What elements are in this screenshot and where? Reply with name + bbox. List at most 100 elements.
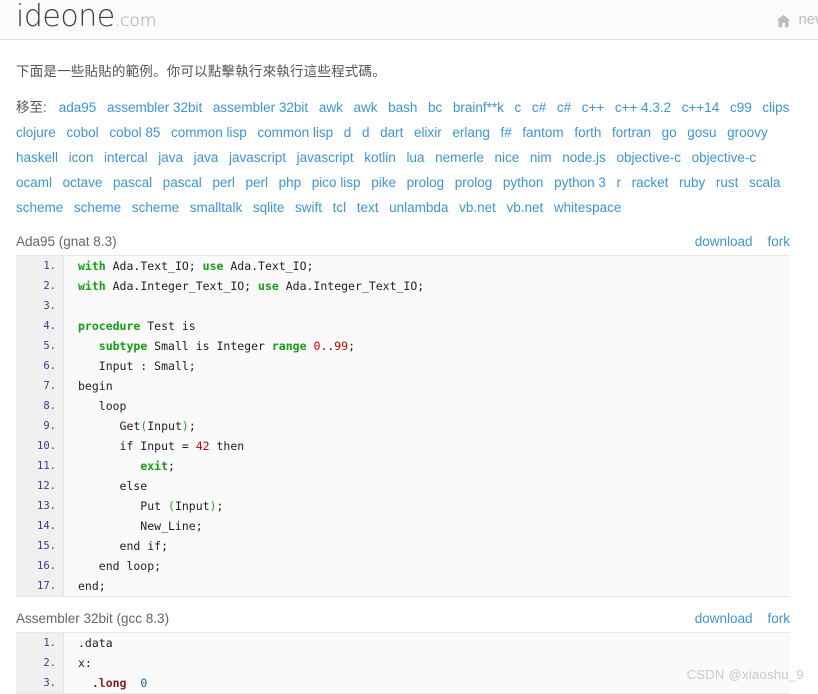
code-line-text: .long 0 bbox=[64, 673, 147, 693]
code-section-title: Assembler 32bit (gcc 8.3) bbox=[16, 611, 170, 626]
code-block[interactable]: 1. with Ada.Text_IO; use Ada.Text_IO; 2. wi… bbox=[16, 255, 790, 597]
language-link[interactable]: elixir bbox=[414, 125, 442, 140]
language-link[interactable]: scheme bbox=[16, 200, 63, 215]
language-link[interactable]: gosu bbox=[687, 125, 716, 140]
language-link[interactable]: c++ 4.3.2 bbox=[615, 100, 671, 115]
language-link[interactable]: common lisp bbox=[171, 125, 247, 140]
download-link[interactable]: download bbox=[695, 234, 753, 249]
language-link[interactable]: c# bbox=[557, 100, 571, 115]
language-link[interactable]: fortran bbox=[612, 125, 651, 140]
language-link[interactable]: scala bbox=[749, 175, 781, 190]
code-token: Ada.Text_IO; bbox=[105, 259, 203, 273]
language-link[interactable]: intercal bbox=[104, 150, 148, 165]
language-link[interactable]: scheme bbox=[74, 200, 121, 215]
code-line: 3. bbox=[16, 296, 790, 316]
download-link[interactable]: download bbox=[695, 611, 753, 626]
fork-link[interactable]: fork bbox=[767, 234, 790, 249]
language-link[interactable]: nemerle bbox=[435, 150, 484, 165]
language-link[interactable]: clips bbox=[762, 100, 789, 115]
language-link[interactable]: dart bbox=[380, 125, 403, 140]
language-link[interactable]: brainf**k bbox=[453, 100, 504, 115]
language-link[interactable]: node.js bbox=[562, 150, 606, 165]
language-link[interactable]: haskell bbox=[16, 150, 58, 165]
language-link[interactable]: lua bbox=[406, 150, 424, 165]
language-link[interactable]: smalltalk bbox=[190, 200, 243, 215]
code-line-text: loop bbox=[64, 396, 127, 416]
language-link[interactable]: rust bbox=[716, 175, 739, 190]
language-link[interactable]: groovy bbox=[727, 125, 768, 140]
language-link[interactable]: kotlin bbox=[364, 150, 396, 165]
language-link[interactable]: vb.net bbox=[459, 200, 496, 215]
language-link[interactable]: vb.net bbox=[506, 200, 543, 215]
language-link[interactable]: go bbox=[662, 125, 677, 140]
language-link[interactable]: c# bbox=[532, 100, 546, 115]
language-link[interactable]: unlambda bbox=[389, 200, 448, 215]
language-link[interactable]: ada95 bbox=[59, 100, 97, 115]
language-link[interactable]: whitespace bbox=[554, 200, 622, 215]
language-link[interactable]: common lisp bbox=[257, 125, 333, 140]
code-token-op: ) bbox=[181, 419, 189, 433]
language-link[interactable]: java bbox=[158, 150, 183, 165]
code-block[interactable]: 1. .data 2. x: 3. .long 0 bbox=[16, 632, 790, 694]
language-link[interactable]: d bbox=[362, 125, 370, 140]
language-link[interactable]: awk bbox=[319, 100, 343, 115]
fork-link[interactable]: fork bbox=[767, 611, 790, 626]
language-link[interactable]: f# bbox=[501, 125, 512, 140]
language-link[interactable]: pico lisp bbox=[312, 175, 361, 190]
language-link[interactable]: ruby bbox=[679, 175, 705, 190]
language-link[interactable]: octave bbox=[63, 175, 103, 190]
home-icon[interactable] bbox=[776, 14, 791, 28]
language-link[interactable]: javascript bbox=[229, 150, 286, 165]
language-link[interactable]: bc bbox=[428, 100, 442, 115]
language-link[interactable]: cobol 85 bbox=[109, 125, 160, 140]
language-link[interactable]: d bbox=[344, 125, 352, 140]
language-link[interactable]: prolog bbox=[455, 175, 493, 190]
code-token-kw: with bbox=[78, 259, 106, 273]
language-link[interactable]: assembler 32bit bbox=[107, 100, 202, 115]
language-link[interactable]: python 3 bbox=[554, 175, 606, 190]
code-token: Ada.Integer_Text_IO; bbox=[105, 279, 259, 293]
language-link[interactable]: tcl bbox=[333, 200, 347, 215]
language-link[interactable]: icon bbox=[69, 150, 94, 165]
language-link[interactable]: assembler 32bit bbox=[213, 100, 308, 115]
language-link[interactable]: swift bbox=[295, 200, 322, 215]
site-logo[interactable]: ideone.com bbox=[16, 1, 156, 36]
language-link[interactable]: text bbox=[357, 200, 379, 215]
language-link[interactable]: prolog bbox=[407, 175, 445, 190]
language-link[interactable]: nim bbox=[530, 150, 552, 165]
line-number: 7. bbox=[16, 376, 64, 396]
line-number: 11. bbox=[16, 456, 64, 476]
language-link[interactable]: pascal bbox=[163, 175, 202, 190]
language-link[interactable]: c99 bbox=[730, 100, 752, 115]
language-link[interactable]: c++14 bbox=[682, 100, 720, 115]
language-link[interactable]: r bbox=[617, 175, 622, 190]
language-link[interactable]: php bbox=[279, 175, 302, 190]
language-link[interactable]: erlang bbox=[452, 125, 490, 140]
nav-item-new[interactable]: new bbox=[798, 11, 818, 28]
language-link[interactable]: racket bbox=[632, 175, 669, 190]
language-link[interactable]: bash bbox=[388, 100, 417, 115]
language-link[interactable]: pike bbox=[371, 175, 396, 190]
language-link[interactable]: awk bbox=[353, 100, 377, 115]
language-link[interactable]: java bbox=[194, 150, 219, 165]
code-token: ; bbox=[188, 419, 196, 433]
language-link[interactable]: fantom bbox=[522, 125, 563, 140]
language-link[interactable]: perl bbox=[212, 175, 235, 190]
language-link[interactable]: ocaml bbox=[16, 175, 52, 190]
language-link[interactable]: perl bbox=[246, 175, 269, 190]
language-link[interactable]: objective-c bbox=[692, 150, 757, 165]
language-link[interactable]: cobol bbox=[66, 125, 98, 140]
language-link[interactable]: javascript bbox=[297, 150, 354, 165]
language-link[interactable]: c bbox=[515, 100, 522, 115]
language-link[interactable]: sqlite bbox=[253, 200, 285, 215]
language-link[interactable]: c++ bbox=[582, 100, 605, 115]
language-link[interactable]: nice bbox=[494, 150, 519, 165]
code-line: 9. Get(Input); bbox=[16, 416, 790, 436]
language-link[interactable]: scheme bbox=[132, 200, 179, 215]
language-link[interactable]: pascal bbox=[113, 175, 152, 190]
language-link[interactable]: python bbox=[503, 175, 544, 190]
language-link[interactable]: forth bbox=[574, 125, 601, 140]
line-number: 2. bbox=[16, 653, 64, 673]
language-link[interactable]: objective-c bbox=[616, 150, 681, 165]
language-link[interactable]: clojure bbox=[16, 125, 56, 140]
